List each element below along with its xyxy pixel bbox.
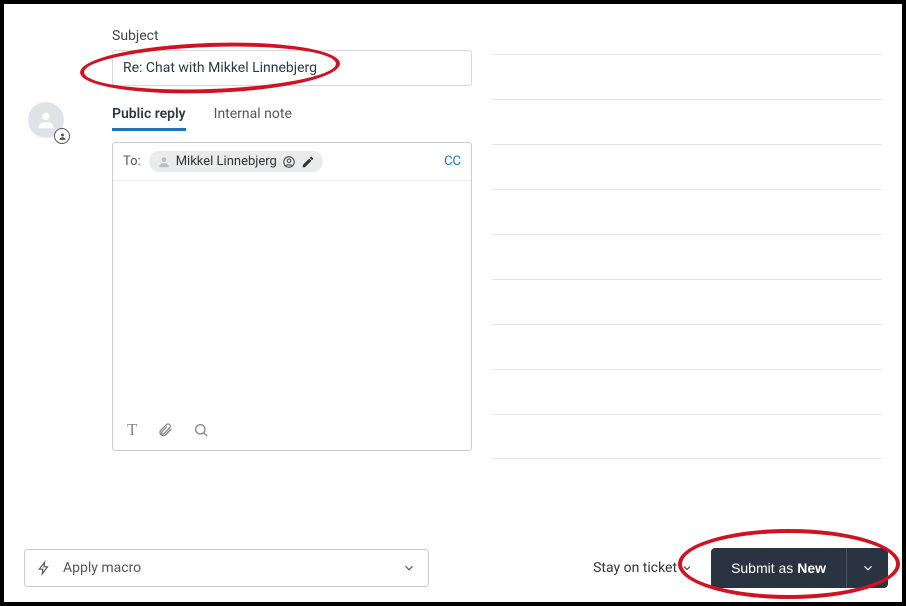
stay-on-ticket-label: Stay on ticket	[593, 560, 677, 576]
chevron-down-icon	[861, 561, 875, 575]
subject-input[interactable]	[112, 50, 472, 86]
to-label: To:	[123, 154, 141, 169]
person-icon	[157, 155, 171, 169]
reply-body[interactable]	[113, 180, 471, 410]
pencil-icon	[301, 155, 315, 169]
tab-public-reply[interactable]: Public reply	[112, 106, 186, 131]
avatar-status-badge	[54, 128, 70, 144]
submit-status: New	[797, 560, 826, 576]
stay-on-ticket-dropdown[interactable]: Stay on ticket	[593, 560, 693, 576]
avatar	[28, 102, 68, 142]
side-panel	[492, 4, 882, 459]
submit-button[interactable]: Submit as New	[711, 548, 846, 588]
subject-label: Subject	[112, 28, 472, 44]
submit-status-dropdown[interactable]	[846, 548, 888, 588]
chevron-down-icon	[402, 561, 416, 575]
recipient-name: Mikkel Linnebjerg	[176, 154, 277, 169]
recipient-chip[interactable]: Mikkel Linnebjerg	[149, 151, 323, 172]
text-format-icon[interactable]: T	[127, 420, 137, 440]
lightning-icon	[37, 560, 51, 576]
user-circle-icon	[282, 155, 296, 169]
apply-macro-label: Apply macro	[63, 560, 141, 576]
tab-internal-note[interactable]: Internal note	[214, 106, 292, 131]
chevron-down-icon	[681, 562, 693, 574]
reply-editor: To: Mikkel Linnebjerg CC T	[112, 142, 472, 451]
submit-prefix: Submit as	[731, 560, 797, 576]
cc-button[interactable]: CC	[444, 154, 461, 169]
attachment-icon[interactable]	[157, 422, 173, 438]
search-icon[interactable]	[193, 422, 209, 438]
apply-macro-button[interactable]: Apply macro	[24, 549, 429, 587]
